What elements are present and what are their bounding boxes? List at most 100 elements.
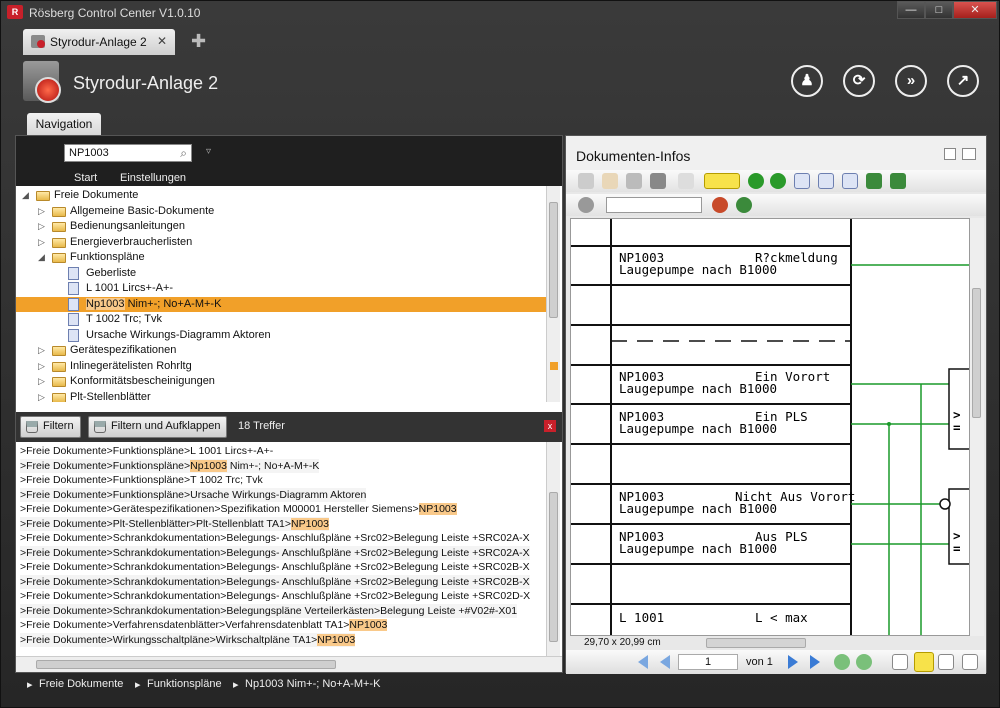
hand-icon[interactable]: [602, 173, 618, 189]
results-scrollbar-thumb[interactable]: [549, 492, 558, 642]
tree-item[interactable]: ▷ Energieverbraucherlisten: [16, 235, 546, 250]
tree-scrollbar-thumb[interactable]: [549, 202, 558, 318]
clear-filter-icon[interactable]: x: [544, 420, 556, 432]
results-hscrollbar[interactable]: [16, 656, 562, 672]
result-item[interactable]: >Freie Dokumente>Schrankdokumentation>Be…: [20, 589, 530, 604]
breadcrumb-item[interactable]: Np1003 Nim+-; No+A-M+-K: [245, 678, 380, 690]
continuous-page-icon[interactable]: [914, 652, 934, 672]
facing-page-icon[interactable]: [938, 654, 954, 670]
result-item[interactable]: >Freie Dokumente>Schrankdokumentation>Be…: [20, 545, 530, 560]
zoom-tool-icon[interactable]: [704, 173, 740, 189]
toolbar-einstellungen[interactable]: Einstellungen: [120, 172, 186, 184]
first-page-icon[interactable]: [638, 655, 648, 669]
single-page-icon[interactable]: [892, 654, 908, 670]
result-item[interactable]: >Freie Dokumente>Schrankdokumentation>Be…: [20, 574, 530, 589]
fit-page-icon[interactable]: [794, 173, 810, 189]
results-scrollbar[interactable]: [546, 442, 560, 656]
tree-item[interactable]: ▷ Allgemeine Basic-Dokumente: [16, 204, 546, 219]
search-results-list[interactable]: >Freie Dokumente>Funktionspläne>L 1001 L…: [16, 442, 546, 656]
result-item[interactable]: >Freie Dokumente>Verfahrensdatenblätter>…: [20, 618, 388, 633]
tree-item[interactable]: ◢ Funktionspläne: [16, 250, 546, 265]
add-tab-icon[interactable]: ✚: [191, 31, 206, 52]
result-item[interactable]: >Freie Dokumente>Plt-Stellenblätter>Plt-…: [20, 516, 329, 531]
tree-item[interactable]: ▷ Plt-Stellenblätter: [16, 390, 546, 403]
zoom-out-icon[interactable]: [770, 173, 786, 189]
facing-continuous-icon[interactable]: [962, 654, 978, 670]
result-item[interactable]: >Freie Dokumente>Schrankdokumentation>Be…: [20, 531, 530, 546]
tree-item[interactable]: ◢ Freie Dokumente: [16, 188, 546, 203]
close-tab-icon[interactable]: ✕: [157, 34, 167, 48]
forward-icon[interactable]: »: [895, 65, 927, 97]
result-item[interactable]: >Freie Dokumente>Schrankdokumentation>Be…: [20, 560, 530, 575]
chart-icon[interactable]: ↗: [947, 65, 979, 97]
toolbar-start[interactable]: Start: [74, 172, 97, 184]
viewer-scrollbar[interactable]: [970, 218, 984, 636]
search-input[interactable]: NP1003 ⌕: [64, 144, 192, 162]
viewer-hscrollbar[interactable]: [706, 638, 806, 648]
last-page-icon[interactable]: [810, 655, 820, 669]
expand-icon[interactable]: ▷: [38, 390, 48, 403]
breadcrumb-item[interactable]: Freie Dokumente: [39, 678, 123, 690]
expand-icon[interactable]: ▷: [38, 374, 48, 389]
tree-item[interactable]: T 1002 Trc; Tvk: [16, 312, 546, 327]
tree-item[interactable]: Ursache Wirkungs-Diagramm Aktoren: [16, 328, 546, 343]
filter-expand-button[interactable]: Filtern und Aufklappen: [88, 416, 228, 438]
prev-page-icon[interactable]: [660, 655, 670, 669]
result-item[interactable]: >Freie Dokumente>Funktionspläne>L 1001 L…: [20, 444, 273, 459]
page-number-input[interactable]: 1: [678, 654, 738, 670]
collapse-icon[interactable]: ◢: [38, 250, 48, 265]
result-item[interactable]: >Freie Dokumente>Funktionspläne>Ursache …: [20, 487, 367, 502]
page-icon[interactable]: [944, 148, 956, 160]
zoom-in-icon[interactable]: [748, 173, 764, 189]
binoculars-icon[interactable]: [578, 197, 594, 213]
next-page-icon[interactable]: [788, 655, 798, 669]
actual-size-icon[interactable]: [818, 173, 834, 189]
tree-item[interactable]: ▷ Inlinegerätelisten Rohrltg: [16, 359, 546, 374]
tree-item[interactable]: Np1003 Nim+-; No+A-M+-K: [16, 296, 546, 312]
filter-button[interactable]: Filtern: [20, 416, 81, 438]
fit-width-icon[interactable]: [842, 173, 858, 189]
result-item[interactable]: >Freie Dokumente>Funktionspläne>T 1002 T…: [20, 473, 263, 488]
rotate-left-icon[interactable]: [866, 173, 882, 189]
result-item[interactable]: >Freie Dokumente>Gerätespezifikationen>S…: [20, 502, 457, 517]
viewer-scrollbar-thumb[interactable]: [972, 288, 981, 418]
expand-icon[interactable]: ▷: [38, 343, 48, 358]
copy-icon[interactable]: [678, 173, 694, 189]
layout-icon[interactable]: [962, 148, 976, 160]
tree-item[interactable]: Geberliste: [16, 266, 546, 281]
document-tree[interactable]: ◢ Freie Dokumente ▷ Allgemeine Basic-Dokume…: [16, 186, 546, 402]
camera-icon[interactable]: [650, 173, 666, 189]
expand-icon[interactable]: ▷: [38, 235, 48, 250]
sync-icon[interactable]: ⟳: [843, 65, 875, 97]
results-hscrollbar-thumb[interactable]: [36, 660, 336, 669]
find-combo[interactable]: [606, 197, 702, 213]
tab-navigation[interactable]: Navigation: [27, 113, 101, 135]
tree-item[interactable]: L 1001 Lircs+-A+-: [16, 281, 546, 296]
result-item[interactable]: >Freie Dokumente>Wirkungsschaltpläne>Wir…: [20, 632, 356, 647]
expand-icon[interactable]: ▷: [38, 204, 48, 219]
collapse-icon[interactable]: ◢: [22, 188, 32, 203]
find-next-icon[interactable]: [736, 197, 752, 213]
result-item[interactable]: >Freie Dokumente>Schrankdokumentation>Be…: [20, 603, 518, 618]
back-icon[interactable]: [834, 654, 850, 670]
expand-icon[interactable]: ▷: [38, 219, 48, 234]
person-icon[interactable]: ♟: [791, 65, 823, 97]
tree-item[interactable]: ▷ Gerätespezifikationen: [16, 343, 546, 358]
maximize-button[interactable]: □: [925, 1, 953, 19]
tree-item[interactable]: ▷ Konformitätsbescheinigungen: [16, 374, 546, 389]
text-select-icon[interactable]: [626, 173, 642, 189]
breadcrumb-item[interactable]: Funktionspläne: [147, 678, 222, 690]
document-tab[interactable]: Styrodur-Anlage 2 ✕: [23, 29, 175, 55]
tree-item[interactable]: ▷ Bedienungsanleitungen: [16, 219, 546, 234]
tree-scrollbar[interactable]: [546, 186, 560, 402]
drawing-viewer[interactable]: > = > = NP1003 R?ckmeldung Laugepumpe nach…: [570, 218, 970, 636]
rotate-right-icon[interactable]: [890, 173, 906, 189]
search-icon[interactable]: ⌕: [180, 146, 187, 161]
expand-icon[interactable]: ▷: [38, 359, 48, 374]
print-icon[interactable]: [578, 173, 594, 189]
forward-nav-icon[interactable]: [856, 654, 872, 670]
result-item[interactable]: >Freie Dokumente>Funktionspläne>Np1003 N…: [20, 458, 320, 473]
find-prev-icon[interactable]: [712, 197, 728, 213]
dropdown-icon[interactable]: ▿: [206, 146, 211, 157]
close-button[interactable]: ✕: [953, 1, 997, 19]
